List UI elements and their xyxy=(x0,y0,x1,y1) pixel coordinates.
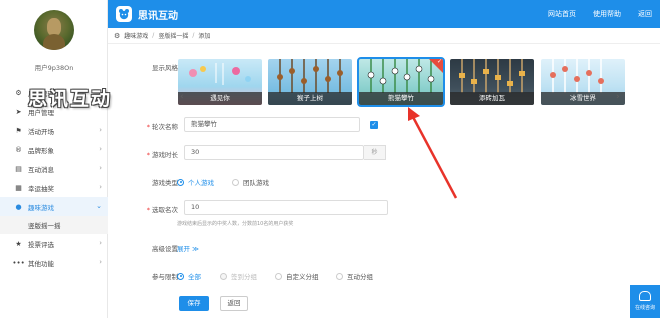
online-chat-button[interactable]: 在线咨询 xyxy=(630,285,660,318)
annotation-arrow xyxy=(408,107,458,199)
headset-icon xyxy=(639,291,651,301)
chat-label: 在线咨询 xyxy=(634,305,655,311)
watermark: 思讯互动 xyxy=(28,88,113,110)
